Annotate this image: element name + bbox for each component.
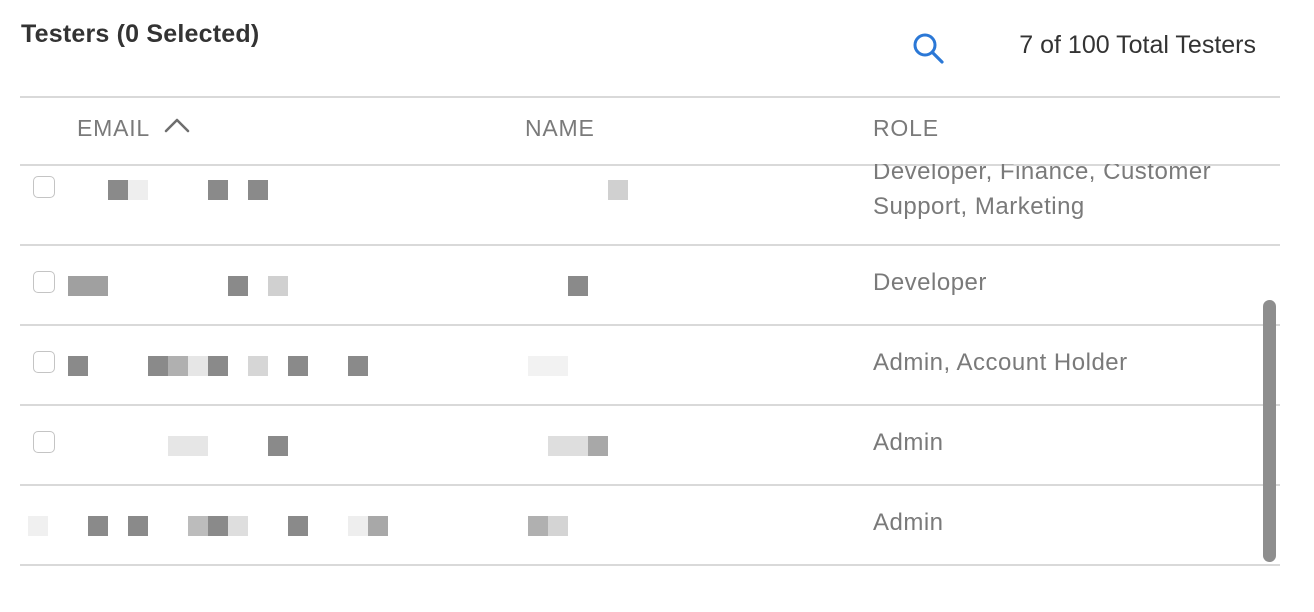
redacted-email — [68, 356, 88, 376]
column-header-name-label: NAME — [525, 115, 595, 141]
column-header-name[interactable]: NAME — [525, 115, 595, 142]
row-role: Admin, Account Holder — [873, 349, 1128, 376]
table-row[interactable]: Admin, Account Holder — [20, 326, 1280, 404]
redacted-email — [208, 180, 228, 200]
redacted-name — [608, 180, 628, 200]
vertical-scrollbar[interactable] — [1263, 300, 1276, 562]
redacted-name — [528, 356, 568, 376]
redacted-email — [348, 516, 368, 536]
redacted-email — [128, 180, 148, 200]
table-row[interactable]: Developer — [20, 246, 1280, 324]
row-checkbox[interactable] — [33, 176, 55, 198]
column-header-email-label: EMAIL — [77, 115, 150, 141]
redacted-email — [208, 516, 228, 536]
redacted-email — [208, 356, 228, 376]
row-checkbox[interactable] — [33, 271, 55, 293]
row-role: Admin — [873, 429, 944, 456]
redacted-name — [528, 516, 548, 536]
redacted-email — [88, 516, 108, 536]
row-role: Admin — [873, 509, 944, 536]
redacted-name — [588, 436, 608, 456]
sort-ascending-icon — [165, 118, 190, 133]
redacted-email — [128, 516, 148, 536]
redacted-email — [268, 276, 288, 296]
redacted-email — [268, 436, 288, 456]
redacted-email — [168, 356, 188, 376]
redacted-email — [248, 180, 268, 200]
redacted-email — [248, 356, 268, 376]
search-icon[interactable] — [910, 30, 946, 66]
redacted-email — [228, 276, 248, 296]
redacted-email — [288, 516, 308, 536]
row-role: Developer, Finance, Customer Support, Ma… — [873, 164, 1212, 220]
redacted-email — [68, 276, 108, 296]
row-checkbox[interactable] — [33, 351, 55, 373]
total-testers-count: 7 of 100 Total Testers — [1019, 31, 1256, 59]
testers-table: EMAIL NAME ROLE Developer, Finance, Cust… — [20, 96, 1280, 566]
redacted-email — [148, 356, 168, 376]
row-role: Developer — [873, 269, 987, 296]
column-header-role-label: ROLE — [873, 115, 939, 141]
redacted-name — [548, 436, 588, 456]
redacted-name — [548, 516, 568, 536]
redacted-email — [348, 356, 368, 376]
column-header-email[interactable]: EMAIL — [77, 115, 190, 142]
table-row[interactable]: Developer, Finance, Customer Support, Ma… — [20, 164, 1280, 244]
redacted-email — [188, 516, 208, 536]
redacted-name — [568, 276, 588, 296]
redacted-email — [228, 516, 248, 536]
table-row[interactable]: Admin — [20, 486, 1280, 564]
redacted-email — [288, 356, 308, 376]
redacted-email — [28, 516, 48, 536]
table-body: Developer, Finance, Customer Support, Ma… — [20, 164, 1280, 566]
column-header-role[interactable]: ROLE — [873, 115, 939, 142]
redacted-email — [108, 180, 128, 200]
redacted-email — [188, 356, 208, 376]
redacted-email — [168, 436, 208, 456]
table-bottom-divider — [20, 564, 1280, 566]
table-top-divider — [20, 96, 1280, 98]
page-title: Testers (0 Selected) — [21, 20, 260, 48]
row-checkbox[interactable] — [33, 431, 55, 453]
table-row[interactable]: Admin — [20, 406, 1280, 484]
redacted-email — [368, 516, 388, 536]
